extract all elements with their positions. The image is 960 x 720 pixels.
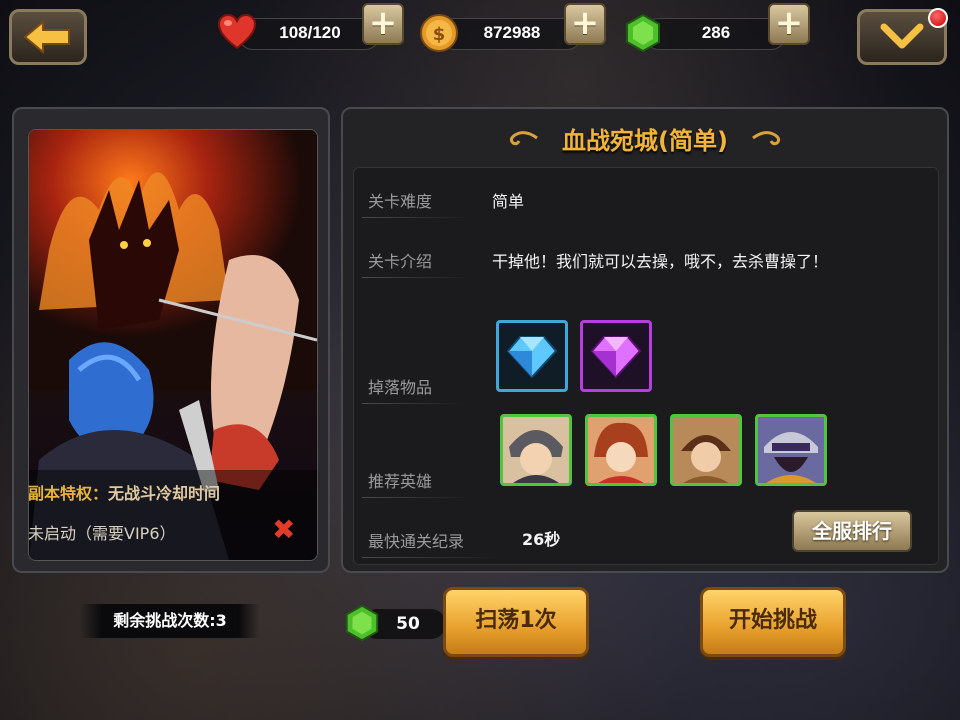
plus-icon: +	[368, 3, 398, 43]
add-gems-button[interactable]: +	[768, 3, 810, 45]
stage-details: 关卡难度 简单 关卡介绍 干掉他！我们就可以去操，哦不，去杀曹操了！ 掉落物品 …	[353, 167, 939, 565]
notification-dot	[928, 8, 948, 28]
gold-value: 872988	[483, 23, 541, 42]
sweep-cost-value: 50	[396, 614, 420, 634]
green-gem-icon	[345, 604, 379, 642]
stage-art-panel: 副本特权：无战斗冷却时间 未启动（需要VIP6） ✖	[12, 107, 330, 573]
remaining-attempts: 剩余挑战次数:3	[80, 604, 260, 638]
svg-text:$: $	[433, 24, 446, 45]
privilege-line: 副本特权：无战斗冷却时间	[28, 480, 220, 504]
back-arrow-icon	[23, 20, 70, 54]
recommended-hero-3[interactable]	[670, 414, 742, 486]
privilege-text: 无战斗冷却时间	[108, 484, 221, 503]
locked-x-icon: ✖	[272, 513, 296, 546]
intro-value: 干掉他！我们就可以去操，哦不，去杀曹操了！	[492, 252, 829, 271]
back-button[interactable]	[9, 9, 87, 65]
difficulty-label: 关卡难度	[361, 188, 473, 218]
drop-item-purple-gem[interactable]	[580, 320, 652, 392]
hero-portrait	[758, 417, 824, 483]
recommended-hero-1[interactable]	[500, 414, 572, 486]
heart-icon	[217, 13, 257, 50]
start-challenge-button[interactable]: 开始挑战	[700, 587, 846, 657]
right-flourish-icon	[752, 131, 781, 146]
sweep-cost: 50	[342, 603, 446, 643]
sweep-once-button[interactable]: 扫荡1次	[443, 587, 589, 657]
difficulty-value: 简单	[492, 192, 525, 211]
add-stamina-button[interactable]: +	[362, 3, 404, 45]
chevron-down-icon	[880, 23, 924, 49]
add-gold-button[interactable]: +	[564, 3, 606, 45]
hero-portrait	[588, 417, 654, 483]
menu-dropdown-button[interactable]	[857, 8, 948, 65]
title-bar: 血战宛城(简单)	[343, 109, 947, 165]
drop-item-blue-gem[interactable]	[496, 320, 568, 392]
heroes-label: 推荐英雄	[361, 468, 473, 498]
stage-title: 血战宛城(简单)	[562, 127, 728, 155]
recommended-hero-4[interactable]	[755, 414, 827, 486]
vip-status: 未启动（需要VIP6）	[28, 524, 176, 543]
hero-portrait	[673, 417, 739, 483]
green-gem-icon	[626, 13, 660, 53]
recommended-hero-2[interactable]	[585, 414, 657, 486]
gem-value: 286	[701, 23, 731, 42]
plus-icon: +	[774, 3, 804, 43]
record-value: 26秒	[522, 530, 561, 549]
privilege-label: 副本特权：	[28, 484, 109, 503]
plus-icon: +	[570, 3, 600, 43]
stamina-value: 108/120	[279, 23, 341, 42]
intro-label: 关卡介绍	[361, 248, 473, 278]
blue-gem-icon	[506, 336, 558, 379]
stage-info-panel: 血战宛城(简单) 关卡难度 简单 关卡介绍 干掉他！我们就可以去操，哦不，去杀曹…	[341, 107, 949, 573]
drops-label: 掉落物品	[361, 374, 473, 404]
purple-gem-icon	[590, 336, 642, 379]
hero-portrait	[503, 417, 569, 483]
record-label: 最快通关纪录	[361, 528, 505, 558]
server-ranking-button[interactable]: 全服排行	[792, 510, 912, 552]
gold-coin-icon: $	[420, 14, 458, 52]
